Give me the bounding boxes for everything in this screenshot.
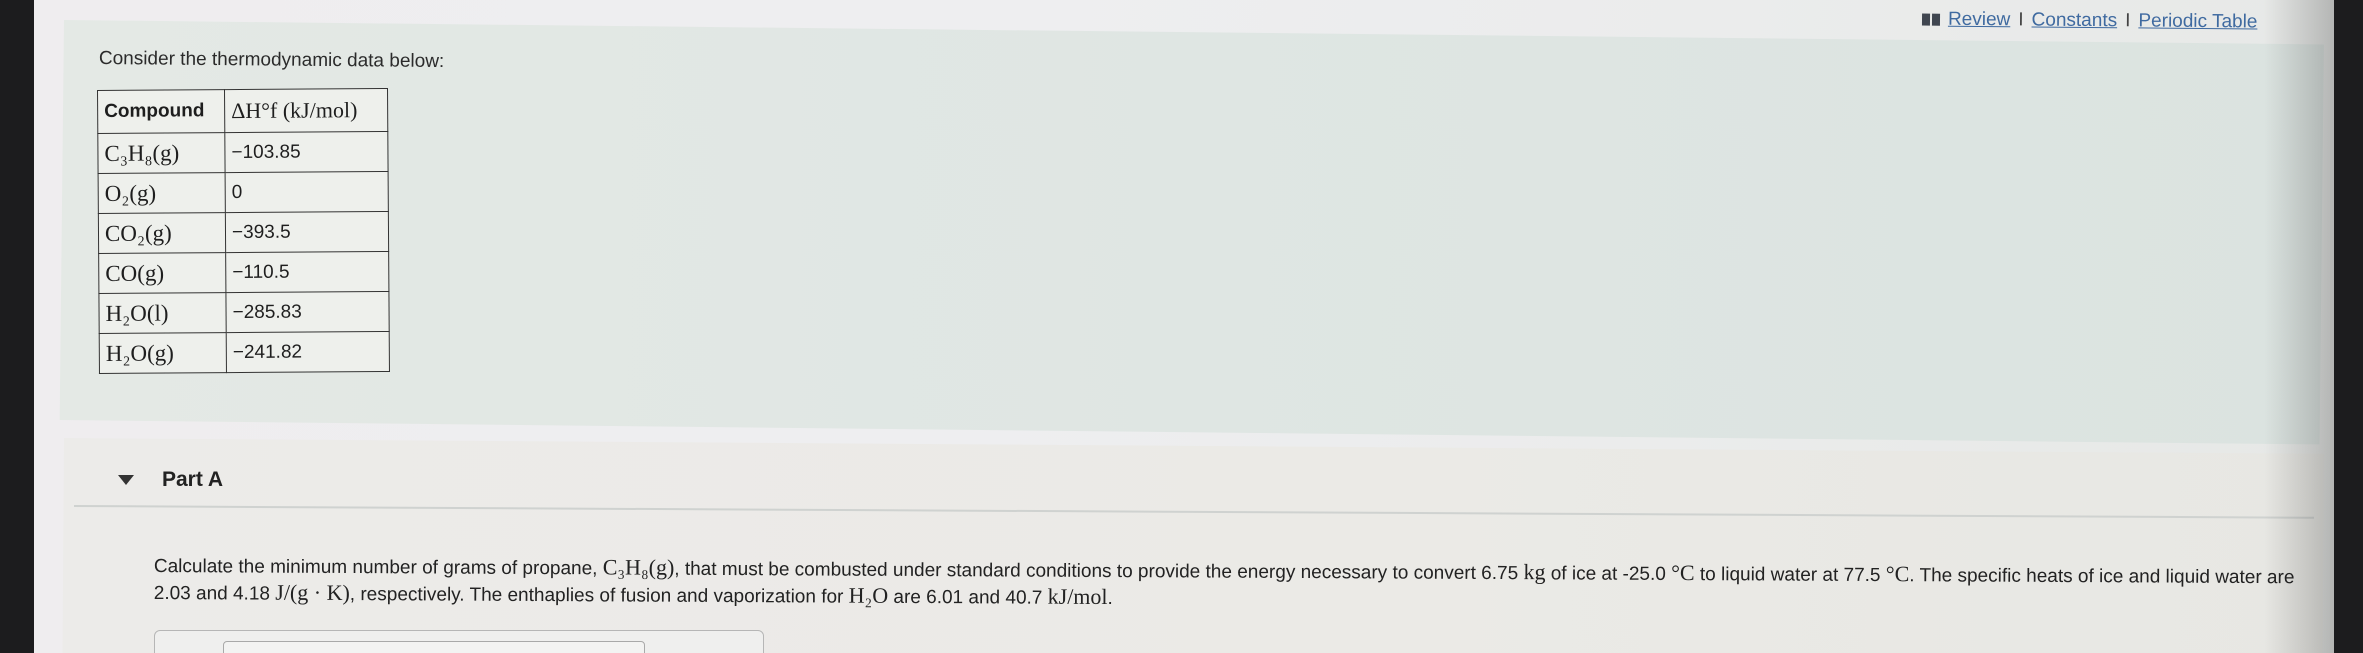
periodic-table-link[interactable]: Periodic Table <box>2138 10 2257 33</box>
compound-cell: H₂O(l) <box>98 292 227 334</box>
question-text: to liquid water at 77.5 <box>1694 564 1886 587</box>
unit-celsius: °C <box>1671 559 1695 586</box>
table-row: H₂O(g) −241.82 <box>99 331 390 374</box>
compound-cell: CO(g) <box>98 252 226 294</box>
question-text: Calculate the minimum number of grams of… <box>153 555 603 580</box>
question-text: of ice at -25.0 <box>1545 563 1672 585</box>
table-row: CO(g) −110.5 <box>98 251 389 294</box>
enthalpy-cell: −285.83 <box>225 291 390 333</box>
book-icon <box>1921 13 1941 26</box>
compound-cell: CO₂(g) <box>98 212 226 254</box>
link-separator: I <box>2125 10 2131 32</box>
question-text: , respectively. The enthaplies of fusion… <box>349 584 849 608</box>
question-text: . <box>1107 587 1113 610</box>
part-a-title: Part A <box>162 468 224 491</box>
table-header-row: Compound ΔH°f (kJ/mol) <box>97 88 388 134</box>
review-link[interactable]: Review <box>1948 9 2010 32</box>
question-text: , that must be combusted under standard … <box>674 558 1524 585</box>
table-row: CO₂(g) −393.5 <box>98 211 389 254</box>
part-a-toggle[interactable]: Part A <box>118 468 223 492</box>
intro-text: Consider the thermodynamic data below: <box>98 48 445 73</box>
resource-links: Review I Constants I Periodic Table <box>1921 9 2258 34</box>
unit-kj-per-mol: kJ/mol <box>1047 583 1108 609</box>
part-a-question: Calculate the minimum number of grams of… <box>154 552 2304 617</box>
enthalpy-cell: −110.5 <box>225 251 389 293</box>
screen: Review I Constants I Periodic Table Cons… <box>34 0 2334 653</box>
compound-cell: O₂(g) <box>98 172 226 214</box>
column-header-enthalpy: ΔH°f (kJ/mol) <box>224 88 388 133</box>
part-a-panel <box>62 438 2324 653</box>
column-header-compound: Compound <box>97 89 225 134</box>
intro-panel <box>59 20 2324 445</box>
thermodynamic-data-table: Compound ΔH°f (kJ/mol) C₃H₈(g) −103.85 O… <box>97 87 390 374</box>
unit-specific-heat: J/(g · K) <box>275 579 350 606</box>
question-text: are 6.01 and 40.7 <box>888 586 1048 609</box>
compound-cell: H₂O(g) <box>99 332 227 374</box>
water-formula: H₂O <box>848 582 889 608</box>
unit-celsius: °C <box>1885 561 1910 587</box>
link-separator: I <box>2018 9 2024 31</box>
unit-kg: kg <box>1523 559 1546 585</box>
propane-formula: C₃H₈(g) <box>602 554 675 580</box>
compound-cell: C₃H₈(g) <box>97 132 226 174</box>
table-row: O₂(g) 0 <box>98 171 389 214</box>
enthalpy-cell: −241.82 <box>226 331 390 373</box>
answer-container <box>154 630 764 653</box>
table-row: C₃H₈(g) −103.85 <box>97 131 389 174</box>
enthalpy-cell: −393.5 <box>225 211 389 253</box>
answer-input[interactable] <box>223 641 645 653</box>
constants-link[interactable]: Constants <box>2032 9 2118 32</box>
collapse-triangle-icon <box>118 475 134 485</box>
enthalpy-cell: 0 <box>225 171 389 213</box>
enthalpy-cell: −103.85 <box>224 131 389 173</box>
table-row: H₂O(l) −285.83 <box>98 291 390 334</box>
